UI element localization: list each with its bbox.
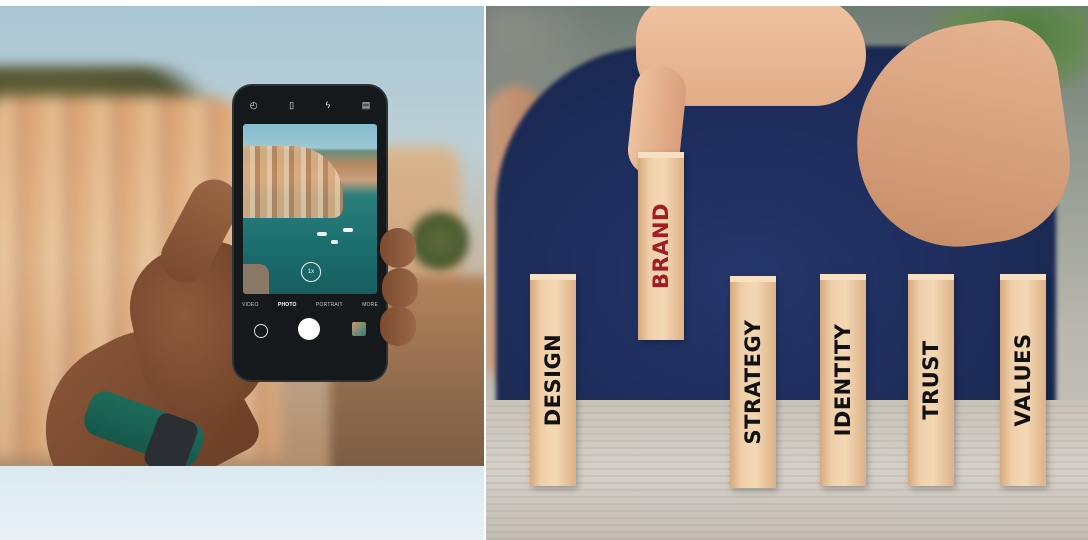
- block-label: DESIGN: [541, 333, 565, 427]
- tree: [410, 206, 470, 276]
- left-photo-phone-coast: ◴ ▯ ϟ ▤ 1x VIDEO PHOTO PORTRAIT MORE: [0, 6, 484, 466]
- flash-icon: ϟ: [325, 99, 331, 110]
- block-top: [638, 152, 684, 158]
- block-label: TRUST: [919, 340, 943, 420]
- block-top: [530, 274, 576, 280]
- timer-icon: ◴: [249, 99, 258, 110]
- block-top: [1000, 274, 1046, 280]
- block-label: BRAND: [649, 203, 673, 289]
- ratio-icon: ▯: [289, 99, 295, 110]
- mode-photo: PHOTO: [277, 302, 297, 308]
- wood-block-design: DESIGN: [530, 274, 576, 486]
- switch-camera-icon: [254, 324, 268, 338]
- mode-portrait: PORTRAIT: [316, 302, 343, 308]
- hdr-icon: ▤: [361, 99, 371, 110]
- wood-block-brand: BRAND: [638, 152, 684, 340]
- block-label: IDENTITY: [831, 323, 855, 437]
- block-top: [820, 274, 866, 280]
- wood-block-strategy: STRATEGY: [730, 276, 776, 488]
- camera-top-bar: ◴ ▯ ϟ ▤: [234, 92, 386, 118]
- smartphone: ◴ ▯ ϟ ▤ 1x VIDEO PHOTO PORTRAIT MORE: [234, 86, 386, 380]
- mode-more: MORE: [362, 302, 378, 308]
- mode-video: VIDEO: [242, 302, 259, 308]
- finger: [380, 228, 416, 268]
- wooden-table: [486, 400, 1088, 540]
- finger: [380, 306, 416, 346]
- block-label: VALUES: [1011, 333, 1035, 427]
- wood-block-trust: TRUST: [908, 274, 954, 486]
- camera-controls: [234, 316, 386, 346]
- block-top: [908, 274, 954, 280]
- left-bottom-strip: [0, 466, 484, 540]
- right-photo-brand-blocks: DESIGN BRAND STRATEGY IDENTITY TRUST VAL…: [486, 6, 1088, 540]
- shutter-button-icon: [298, 318, 320, 340]
- viewfinder-rock: [243, 264, 269, 294]
- camera-mode-bar: VIDEO PHOTO PORTRAIT MORE: [242, 298, 378, 312]
- block-label: STRATEGY: [741, 319, 765, 445]
- block-top: [730, 276, 776, 282]
- wood-block-identity: IDENTITY: [820, 274, 866, 486]
- boat: [331, 240, 338, 244]
- camera-viewfinder: 1x: [243, 124, 377, 294]
- finger: [382, 268, 418, 308]
- zoom-badge: 1x: [301, 262, 321, 282]
- boat: [317, 232, 327, 236]
- boat: [343, 228, 353, 232]
- wood-block-values: VALUES: [1000, 274, 1046, 486]
- gallery-thumbnail-icon: [352, 322, 366, 336]
- viewfinder-village: [243, 146, 343, 218]
